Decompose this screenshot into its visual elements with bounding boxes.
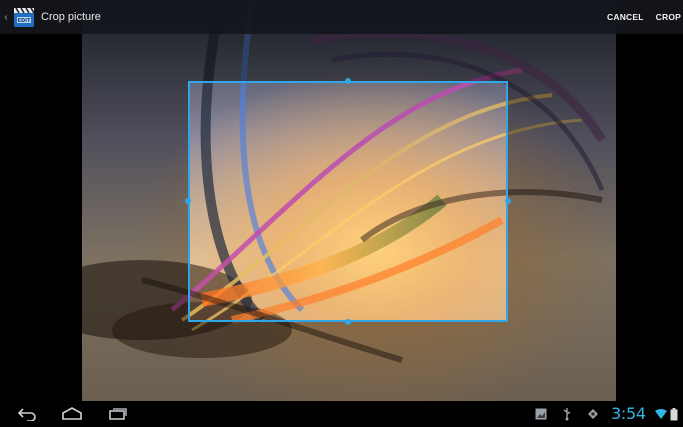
usb-icon: [560, 401, 574, 427]
gallery-notification-icon[interactable]: [534, 401, 548, 427]
page-title: Crop picture: [41, 11, 101, 23]
back-caret-icon[interactable]: ‹: [2, 0, 10, 34]
svg-text:EDIT: EDIT: [18, 18, 31, 24]
crop-handle-bottom[interactable]: [345, 319, 351, 325]
debug-icon: [586, 401, 600, 427]
battery-icon: [668, 401, 680, 427]
cancel-button[interactable]: CANCEL: [601, 0, 650, 34]
crop-handle-right[interactable]: [505, 198, 511, 204]
clapperboard-app-icon[interactable]: EDIT: [12, 5, 36, 29]
wifi-icon: [654, 401, 668, 427]
back-icon[interactable]: [14, 401, 40, 427]
crop-handle-left[interactable]: [185, 198, 191, 204]
crop-picture-screen: ‹ EDIT Crop picture CANCEL CROP 3:54: [0, 0, 683, 427]
action-bar: ‹ EDIT Crop picture CANCEL CROP: [0, 0, 683, 34]
home-icon[interactable]: [59, 401, 85, 427]
recent-apps-icon[interactable]: [104, 401, 130, 427]
crop-handle-top[interactable]: [345, 78, 351, 84]
crop-button[interactable]: CROP: [650, 0, 683, 34]
system-bar: 3:54: [0, 401, 683, 427]
status-clock: 3:54: [611, 404, 646, 423]
crop-rectangle[interactable]: [188, 81, 508, 322]
